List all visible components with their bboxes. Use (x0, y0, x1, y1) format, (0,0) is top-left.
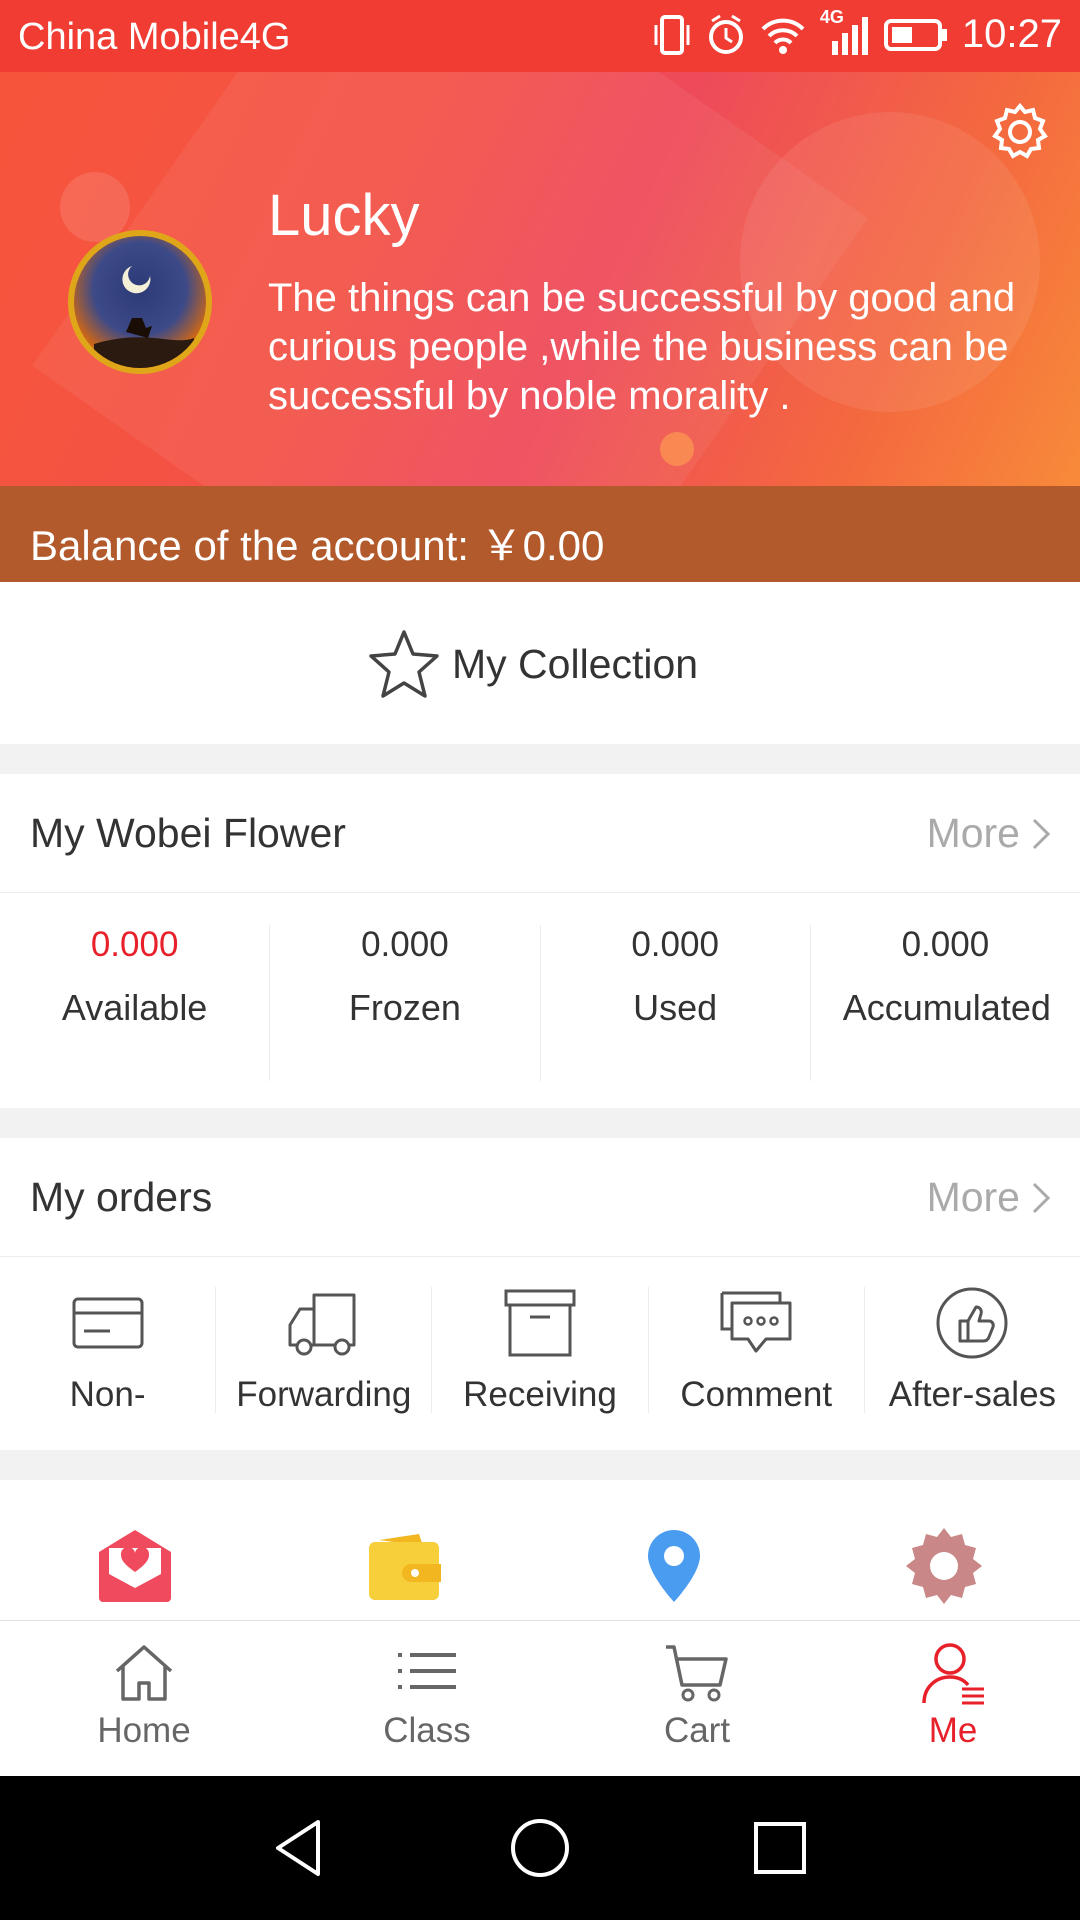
star-icon (369, 630, 439, 698)
back-icon[interactable] (268, 1816, 332, 1880)
stat-label: Available (61, 987, 208, 1028)
battery-icon (883, 18, 947, 51)
balance-text: Balance of the account: ￥0.00 (30, 512, 604, 573)
stat-label: Used (633, 987, 718, 1028)
stat-available[interactable]: 0.000 Available (0, 925, 271, 1081)
wobei-flower-header: My Wobei Flower More (0, 774, 1080, 893)
truck-icon (288, 1293, 356, 1356)
username: Lucky (268, 183, 420, 248)
recent-apps-icon[interactable] (748, 1816, 812, 1880)
box-icon (504, 1289, 576, 1357)
order-non-payment[interactable]: Non- (0, 1287, 217, 1414)
balance-value: ￥0.00 (480, 522, 605, 569)
order-status-row: Non- Forwarding Receiving Comment After-… (0, 1257, 1080, 1449)
tab-label: Home (97, 1711, 191, 1750)
envelope-heart-icon[interactable] (95, 1526, 175, 1606)
chevron-right-icon (1032, 1182, 1051, 1213)
status-bar: China Mobile4G 4G 10:27 (0, 0, 1080, 72)
profile-motto: The things can be successful by good and… (268, 276, 1016, 418)
avatar-image (94, 266, 194, 368)
stat-value: 0.000 (90, 925, 179, 964)
tab-cart[interactable]: Cart (597, 1641, 797, 1751)
tab-home[interactable]: Home (44, 1641, 244, 1751)
tab-label: Me (928, 1711, 978, 1750)
gear-icon[interactable] (904, 1526, 984, 1606)
order-comment[interactable]: Comment (649, 1287, 865, 1414)
chevron-right-icon (1032, 818, 1051, 849)
avatar[interactable] (68, 230, 212, 374)
card-icon (72, 1297, 144, 1349)
stat-value: 0.000 (361, 925, 449, 964)
vibrate-icon (654, 14, 690, 55)
thumbs-up-icon (936, 1287, 1008, 1359)
clock: 10:27 (961, 12, 1062, 56)
stat-used[interactable]: 0.000 Used (541, 925, 811, 1081)
order-forwarding[interactable]: Forwarding (216, 1287, 433, 1414)
wobei-flower-title: My Wobei Flower (30, 810, 346, 856)
bottom-tab-bar: Home Class Cart Me (0, 1620, 1080, 1777)
profile-header: Lucky The things can be successful by go… (0, 72, 1080, 486)
header-decoration (660, 432, 694, 466)
tab-label: Cart (663, 1711, 731, 1750)
my-collection-row[interactable]: My Collection (0, 582, 1080, 744)
stat-label: Accumulated (842, 987, 1051, 1028)
stat-label: Frozen (348, 987, 461, 1028)
orders-more-link[interactable]: More (927, 1174, 1052, 1221)
home-circle-icon[interactable] (508, 1816, 572, 1880)
order-after-sales[interactable]: After-sales (865, 1287, 1080, 1414)
cart-icon (666, 1645, 728, 1702)
more-label: More (926, 1174, 1020, 1220)
system-navigation-bar (0, 1776, 1080, 1920)
balance-label: Balance of the account: (30, 522, 469, 569)
tab-class[interactable]: Class (327, 1641, 527, 1751)
settings-icon[interactable] (988, 100, 1052, 164)
status-icons: 4G 10:27 (652, 7, 1062, 57)
wallet-icon[interactable] (365, 1526, 445, 1606)
home-icon (115, 1645, 173, 1701)
more-label: More (926, 810, 1020, 856)
stat-accumulated[interactable]: 0.000 Accumulated (811, 925, 1080, 1081)
alarm-icon (708, 14, 743, 54)
wobei-flower-stats: 0.000 Available 0.000 Frozen 0.000 Used … (0, 893, 1080, 1109)
list-icon (398, 1653, 456, 1689)
order-label: Comment (680, 1375, 833, 1414)
stat-frozen[interactable]: 0.000 Frozen (270, 925, 541, 1081)
quick-actions-row (0, 1480, 1080, 1620)
order-label: Receiving (463, 1375, 617, 1414)
wobei-flower-more-link[interactable]: More (927, 810, 1052, 857)
tab-label: Class (383, 1711, 471, 1750)
location-pin-icon[interactable] (634, 1526, 714, 1606)
carrier-label: China Mobile4G (18, 16, 291, 58)
orders-title: My orders (30, 1174, 213, 1220)
order-label: Forwarding (236, 1375, 412, 1414)
wobei-flower-section: My Wobei Flower More 0.000 Available 0.0… (0, 774, 1080, 1108)
order-label: After-sales (888, 1375, 1057, 1414)
orders-header: My orders More (0, 1138, 1080, 1257)
order-receiving[interactable]: Receiving (432, 1287, 649, 1414)
orders-section: My orders More Non- Forwarding Receiving… (0, 1138, 1080, 1450)
header-decoration (60, 172, 130, 242)
tab-me[interactable]: Me (853, 1641, 1053, 1751)
my-collection-button[interactable]: My Collection (366, 626, 698, 702)
wifi-icon (761, 18, 805, 54)
order-label: Non- (69, 1375, 146, 1414)
stat-value: 0.000 (631, 925, 719, 964)
chat-icon (720, 1291, 792, 1353)
cell-signal-icon: 4G (820, 7, 870, 57)
user-icon (922, 1643, 984, 1705)
stat-value: 0.000 (901, 925, 990, 964)
account-balance-bar[interactable]: Balance of the account: ￥0.00 (0, 486, 1080, 582)
my-collection-label: My Collection (452, 640, 699, 687)
